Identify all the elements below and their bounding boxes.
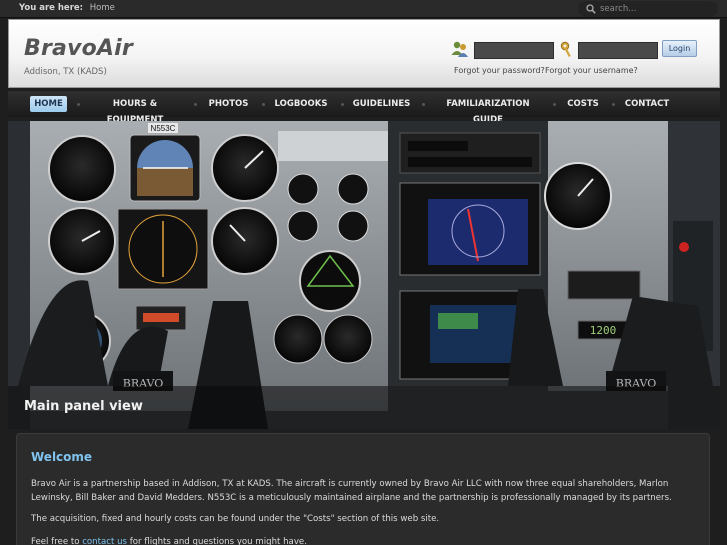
search-icon: [586, 4, 596, 14]
costs-paragraph: The acquisition, fixed and hourly costs …: [31, 514, 440, 524]
password-field[interactable]: [578, 42, 658, 59]
users-icon: [451, 41, 468, 57]
contact-us-link[interactable]: contact us: [82, 537, 127, 545]
main-nav: HOME HOURS & EQUIPMENT PHOTOS LOGBOOKS G…: [8, 91, 720, 125]
hero-slideshow: N553C 1200 BRAVO BRAVO Main panel view: [8, 121, 720, 429]
search-input[interactable]: [600, 2, 712, 16]
instrument-panel-photo: N553C 1200 BRAVO BRAVO: [8, 121, 720, 429]
nav-item-guidelines[interactable]: GUIDELINES: [350, 96, 413, 112]
transponder-display: 1200: [590, 324, 617, 337]
nav-item-logbooks[interactable]: LOGBOOKS: [271, 96, 331, 112]
forgot-username-link[interactable]: Forgot your username?: [545, 66, 638, 75]
top-bar: You are here: Home: [0, 0, 727, 18]
nav-item-familiarization-guide[interactable]: FAMILIARIZATION GUIDE: [432, 96, 544, 125]
site-tagline: Addison, TX (KADS): [24, 67, 107, 77]
forgot-password-link[interactable]: Forgot your password?: [454, 66, 545, 75]
intro-paragraph: Bravo Air is a partnership based in Addi…: [31, 479, 672, 503]
nav-item-home[interactable]: HOME: [30, 96, 67, 112]
slide-caption: Main panel view: [24, 399, 143, 414]
welcome-heading: Welcome: [31, 450, 93, 464]
nav-item-photos[interactable]: PHOTOS: [204, 96, 253, 112]
nav-item-costs[interactable]: COSTS: [563, 96, 603, 112]
contact-paragraph: Feel free to contact us for flights and …: [31, 535, 701, 545]
nav-separator: [612, 103, 615, 106]
breadcrumb-home-link[interactable]: Home: [90, 3, 115, 13]
key-icon: [560, 41, 571, 57]
site-header: BravoAir Addison, TX (KADS) Login Forgot…: [8, 19, 720, 88]
nav-separator: [553, 103, 556, 106]
nav-item-contact[interactable]: CONTACT: [621, 96, 673, 112]
breadcrumb-prefix: You are here:: [19, 3, 84, 13]
login-button[interactable]: Login: [662, 40, 697, 57]
username-field[interactable]: [474, 42, 554, 59]
main-content: Welcome Bravo Air is a partnership based…: [16, 433, 710, 545]
nav-separator: [262, 103, 265, 106]
breadcrumb: You are here: Home: [19, 3, 115, 13]
nav-separator: [194, 103, 197, 106]
nav-item-hours-equipment[interactable]: HOURS & EQUIPMENT: [85, 96, 185, 125]
tail-number-plate: N553C: [151, 124, 176, 133]
nav-separator: [341, 103, 344, 106]
nav-separator: [77, 103, 80, 106]
search-box: [578, 1, 718, 17]
site-title[interactable]: BravoAir: [24, 36, 133, 61]
nav-separator: [422, 103, 425, 106]
contact-prefix: Feel free to: [31, 537, 83, 545]
contact-suffix: for flights and questions you might have…: [127, 537, 307, 545]
